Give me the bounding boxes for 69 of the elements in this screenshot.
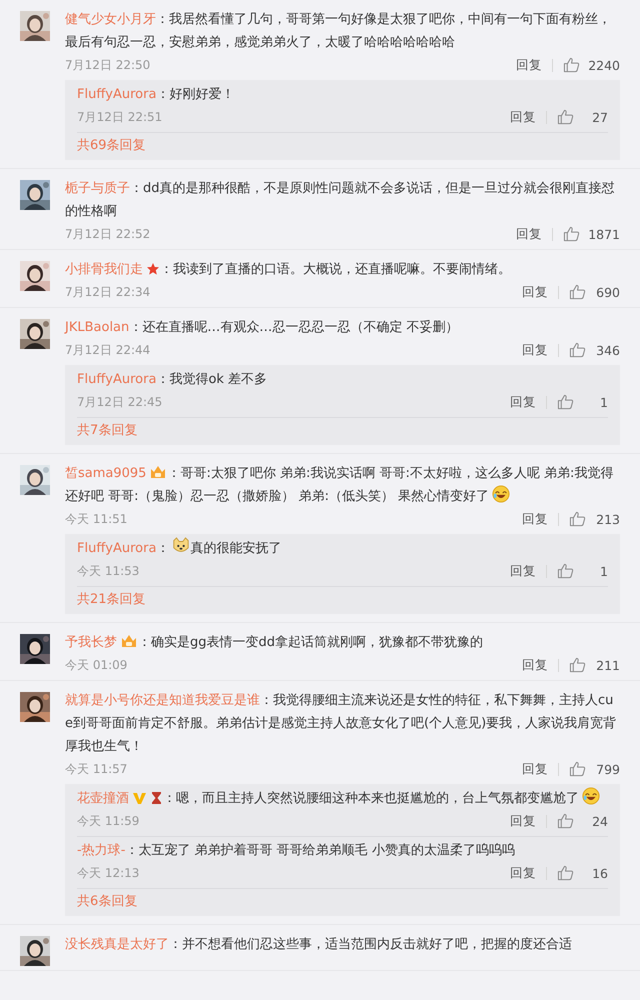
like-button[interactable]: 690 bbox=[569, 284, 620, 300]
like-button[interactable]: 27 bbox=[557, 109, 608, 125]
comment-text: FluffyAurora：我觉得ok 差不多 bbox=[77, 371, 268, 389]
reply-link[interactable]: 回复 bbox=[510, 108, 536, 126]
reply-link[interactable]: 回复 bbox=[510, 864, 536, 882]
like-button[interactable]: 346 bbox=[569, 342, 620, 358]
reply-link[interactable]: 回复 bbox=[510, 812, 536, 830]
comment-text: 栀子与质子：dd真的是那种很酷，不是原则性问题就不会多说话，但是一旦过分就会很刚直接怼的性格啊 bbox=[65, 180, 616, 221]
like-button[interactable]: 1 bbox=[557, 563, 608, 579]
like-button[interactable]: 24 bbox=[557, 813, 608, 829]
thumbs-up-icon bbox=[569, 511, 586, 527]
comment-text: 予我长梦 ：确实是gg表情一变dd拿起话筒就刚啊，犹豫都不带犹豫的 bbox=[65, 632, 484, 652]
thumbs-up-icon bbox=[563, 226, 580, 242]
reply-link[interactable]: 回复 bbox=[510, 394, 536, 410]
crown-icon bbox=[149, 464, 168, 480]
timestamp: 7月12日 22:52 bbox=[65, 226, 150, 242]
like-button[interactable]: 213 bbox=[569, 511, 620, 527]
timestamp: 今天 12:13 bbox=[77, 864, 140, 882]
like-button[interactable]: 16 bbox=[557, 865, 608, 881]
comment-text: 皙sama9095 ：哥哥:太狠了吧你 弟弟:我说实话啊 哥哥:不太好啦，这么多人呢 弟弟:我觉得还好吧 哥哥:（鬼脸）忍一忍（撒娇脸） 弟弟:（低头笑） 果然心情变好了 bbox=[65, 463, 614, 506]
like-button[interactable]: 2240 bbox=[563, 57, 620, 73]
reply-link[interactable]: 回复 bbox=[516, 56, 542, 74]
timestamp: 今天 01:09 bbox=[65, 656, 128, 674]
comment-text: 健气少女小月牙：我居然看懂了几句，哥哥第一句好像是太狠了吧你，中间有一句下面有粉丝，最后有句忍一忍，安慰弟弟，感觉弟弟火了，太暖了哈哈哈哈哈哈哈 bbox=[65, 11, 612, 52]
like-button[interactable]: 1 bbox=[557, 394, 608, 410]
timestamp: 7月12日 22:51 bbox=[77, 108, 162, 126]
comment-text: 没长残真是太好了：并不想看他们忍这些事，适当范围内反击就好了吧，把握的度还合适 bbox=[65, 936, 573, 954]
thumbs-up-icon bbox=[569, 761, 586, 777]
hourglass-icon bbox=[150, 791, 163, 805]
reply-link[interactable]: 回复 bbox=[522, 342, 548, 358]
laughing-emoji-icon bbox=[492, 485, 510, 503]
timestamp: 今天 11:59 bbox=[77, 812, 140, 830]
reply-link[interactable]: 回复 bbox=[522, 284, 548, 300]
thumbs-up-icon bbox=[557, 865, 574, 881]
laughing-emoji-icon bbox=[582, 787, 600, 805]
timestamp: 7月12日 22:34 bbox=[65, 284, 150, 300]
reply-link[interactable]: 回复 bbox=[522, 656, 548, 674]
thumbs-up-icon bbox=[563, 57, 580, 73]
timestamp: 7月12日 22:44 bbox=[65, 342, 150, 358]
reply-link[interactable]: 回复 bbox=[516, 226, 542, 242]
crown-icon bbox=[120, 633, 138, 649]
like-button[interactable]: 1871 bbox=[563, 226, 620, 242]
comment-text: JKLBaolan：还在直播呢…有观众…忍一忍忍一忍（不确定 不妥删） bbox=[65, 319, 460, 337]
timestamp: 7月12日 22:45 bbox=[77, 394, 162, 410]
reply-link[interactable]: 回复 bbox=[510, 562, 536, 580]
comment-text: FluffyAurora：好刚好爱！ bbox=[77, 86, 236, 104]
thumbs-up-icon bbox=[557, 109, 574, 125]
thumbs-up-icon bbox=[569, 342, 586, 358]
comment-text: 就算是小号你还是知道我爱豆是谁：我觉得腰细主流来说还是女性的特征，私下舞舞，主持人cue到哥哥面前肯定不舒服。弟弟估计是感觉主持人故意女化了吧(个人意见)要我，人家说我肩宽背厚我也生气！ bbox=[65, 692, 618, 756]
reply-link[interactable]: 回复 bbox=[522, 760, 548, 778]
thumbs-up-icon bbox=[569, 284, 586, 300]
verified-icon bbox=[132, 791, 147, 805]
timestamp: 今天 11:57 bbox=[65, 760, 128, 778]
comment-text: FluffyAurora： 真的很能安抚了 bbox=[77, 537, 608, 560]
comment-text: 花壶撞酒 ：嗯，而且主持人突然说腰细这种本来也挺尴尬的，台上气氛都变尴尬了 bbox=[77, 787, 608, 810]
like-button[interactable]: 211 bbox=[569, 657, 620, 673]
comment-text: -热力球-：太互宠了 弟弟护着哥哥 哥哥给弟弟顺毛 小赞真的太温柔了呜呜呜 bbox=[77, 842, 516, 860]
reply-link[interactable]: 回复 bbox=[522, 510, 548, 528]
timestamp: 7月12日 22:50 bbox=[65, 56, 150, 74]
star-icon bbox=[146, 262, 160, 276]
timestamp: 今天 11:51 bbox=[65, 510, 128, 528]
thumbs-up-icon bbox=[557, 394, 574, 410]
dog-emoji-icon bbox=[172, 537, 190, 555]
comment-text: 小排骨我们走 ：我读到了直播的口语。大概说，还直播呢嘛。不要闹情绪。 bbox=[65, 261, 512, 279]
timestamp: 今天 11:53 bbox=[77, 562, 140, 580]
thumbs-up-icon bbox=[557, 813, 574, 829]
like-button[interactable]: 799 bbox=[569, 761, 620, 777]
thumbs-up-icon bbox=[557, 563, 574, 579]
thumbs-up-icon bbox=[569, 657, 586, 673]
